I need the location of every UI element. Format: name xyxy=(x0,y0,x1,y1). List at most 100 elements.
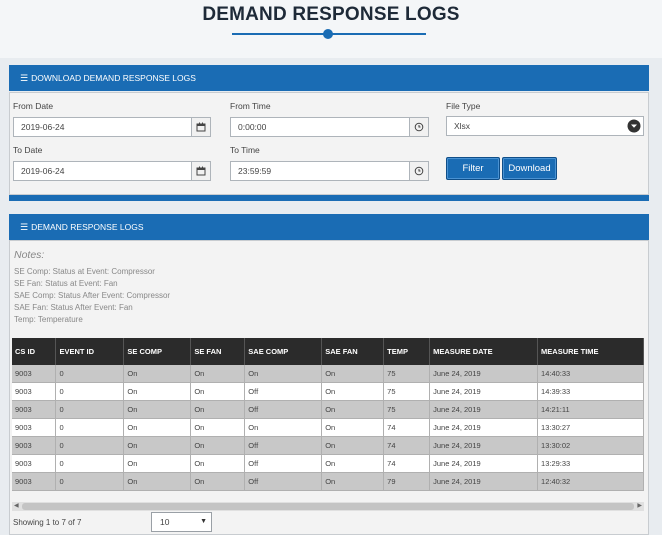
table-cell: 9003 xyxy=(12,472,57,491)
page-title: DEMAND RESPONSE LOGS xyxy=(202,4,460,25)
table-cell: June 24, 2019 xyxy=(429,472,539,491)
horizontal-scrollbar[interactable]: ◀ ▶ xyxy=(12,502,644,511)
table-cell: On xyxy=(123,382,192,401)
column-header[interactable]: TEMP xyxy=(383,338,431,365)
from-time-label: From Time xyxy=(230,101,271,111)
page-size-value: 10 xyxy=(160,517,170,527)
file-type-select[interactable]: Xlsx xyxy=(446,116,644,136)
table-cell: On xyxy=(321,436,385,455)
page-header: DEMAND RESPONSE LOGS xyxy=(0,0,662,58)
table-cell: On xyxy=(123,472,192,491)
table-cell: On xyxy=(321,454,385,473)
table-cell: Off xyxy=(244,454,323,473)
note-temp: Temp: Temperature xyxy=(14,315,83,324)
table-row: 9003 0 On On Off On 79 June 24, 2019 12:40:32 xyxy=(12,472,644,491)
showing-entries-text: Showing 1 to 7 of 7 xyxy=(13,518,82,527)
logs-panel-heading: ☰ DEMAND RESPONSE LOGS xyxy=(9,214,649,240)
logs-panel-title: DEMAND RESPONSE LOGS xyxy=(31,222,144,232)
filter-button[interactable]: Filter xyxy=(446,157,500,180)
table-cell: June 24, 2019 xyxy=(429,400,539,419)
to-date-label: To Date xyxy=(13,145,43,155)
scroll-right-icon[interactable]: ▶ xyxy=(637,502,642,511)
column-header[interactable]: SE FAN xyxy=(190,338,246,365)
table-cell: On xyxy=(321,365,385,383)
caret-down-icon: ▼ xyxy=(200,518,207,525)
column-header[interactable]: SAE COMP xyxy=(244,338,323,365)
table-cell: 0 xyxy=(55,436,125,455)
table-cell: June 24, 2019 xyxy=(429,454,539,473)
from-time-input[interactable]: 0:00:00 xyxy=(230,117,410,137)
column-header[interactable]: SE COMP xyxy=(123,338,192,365)
table-cell: On xyxy=(123,400,192,419)
table-header-row: CS ID EVENT ID SE COMP SE FAN SAE COMP SAE FA… xyxy=(12,338,644,365)
table-cell: 12:40:32 xyxy=(537,472,644,491)
table-cell: 74 xyxy=(383,418,431,437)
table-row: 9003 0 On On Off On 74 June 24, 2019 13:30:02 xyxy=(12,436,644,455)
column-header[interactable]: CS ID xyxy=(12,338,57,365)
table-cell: On xyxy=(321,400,385,419)
table-cell: 9003 xyxy=(12,418,57,437)
table-cell: 75 xyxy=(383,400,431,419)
table-cell: On xyxy=(123,365,192,383)
table-cell: 0 xyxy=(55,454,125,473)
download-button[interactable]: Download xyxy=(502,157,557,180)
table-cell: 0 xyxy=(55,382,125,401)
chevron-down-circle-icon[interactable] xyxy=(627,119,641,133)
to-date-input[interactable]: 2019-06-24 xyxy=(13,161,192,181)
table-cell: 13:29:33 xyxy=(537,454,644,473)
clock-icon[interactable] xyxy=(409,161,429,181)
table-row: 9003 0 On On On On 74 June 24, 2019 13:30:27 xyxy=(12,418,644,437)
table-cell: 74 xyxy=(383,436,431,455)
note-se-comp: SE Comp: Status at Event: Compressor xyxy=(14,267,155,276)
column-header[interactable]: EVENT ID xyxy=(55,338,125,365)
list-icon: ☰ xyxy=(20,72,29,83)
table-cell: On xyxy=(321,418,385,437)
table-cell: On xyxy=(321,382,385,401)
table-cell: 0 xyxy=(55,472,125,491)
table-cell: 79 xyxy=(383,472,431,491)
table-cell: 14:21:11 xyxy=(537,400,644,419)
to-time-label: To Time xyxy=(230,145,260,155)
clock-icon[interactable] xyxy=(409,117,429,137)
table-cell: On xyxy=(123,418,192,437)
scrollbar-thumb[interactable] xyxy=(22,503,634,510)
download-panel-title: DOWNLOAD DEMAND RESPONSE LOGS xyxy=(31,73,196,83)
table-cell: 0 xyxy=(55,400,125,419)
table-cell: On xyxy=(190,400,246,419)
table-cell: On xyxy=(190,382,246,401)
table-cell: On xyxy=(190,365,246,383)
table-cell: On xyxy=(244,365,323,383)
table-cell: 9003 xyxy=(12,454,57,473)
table-cell: 74 xyxy=(383,454,431,473)
calendar-icon[interactable] xyxy=(191,161,211,181)
table-cell: On xyxy=(190,472,246,491)
table-cell: 14:39:33 xyxy=(537,382,644,401)
panel-divider-bar xyxy=(9,195,649,201)
table-cell: 9003 xyxy=(12,436,57,455)
table-cell: On xyxy=(244,418,323,437)
download-panel-heading: ☰ DOWNLOAD DEMAND RESPONSE LOGS xyxy=(9,65,649,91)
table-row: 9003 0 On On Off On 74 June 24, 2019 13:29:33 xyxy=(12,454,644,473)
table-cell: June 24, 2019 xyxy=(429,382,539,401)
table-row: 9003 0 On On On On 75 June 24, 2019 14:40:33 xyxy=(12,365,644,383)
page-size-select[interactable]: 10 ▼ xyxy=(151,512,212,532)
table-cell: Off xyxy=(244,400,323,419)
calendar-icon[interactable] xyxy=(191,117,211,137)
column-header[interactable]: MEASURE DATE xyxy=(429,338,539,365)
note-sae-comp: SAE Comp: Status After Event: Compressor xyxy=(14,291,171,300)
column-header[interactable]: SAE FAN xyxy=(321,338,385,365)
table-cell: June 24, 2019 xyxy=(429,436,539,455)
table-cell: 75 xyxy=(383,382,431,401)
table-cell: 0 xyxy=(55,418,125,437)
to-time-input[interactable]: 23:59:59 xyxy=(230,161,410,181)
table-cell: Off xyxy=(244,436,323,455)
column-header[interactable]: MEASURE TIME xyxy=(537,338,644,365)
table-cell: 14:40:33 xyxy=(537,365,644,383)
notes-title: Notes: xyxy=(14,249,45,261)
title-divider-dot xyxy=(323,29,333,39)
table-row: 9003 0 On On Off On 75 June 24, 2019 14:21:11 xyxy=(12,400,644,419)
scroll-left-icon[interactable]: ◀ xyxy=(14,502,19,511)
table-cell: On xyxy=(190,436,246,455)
from-date-input[interactable]: 2019-06-24 xyxy=(13,117,192,137)
logs-table: CS ID EVENT ID SE COMP SE FAN SAE COMP SAE FA… xyxy=(12,338,644,491)
